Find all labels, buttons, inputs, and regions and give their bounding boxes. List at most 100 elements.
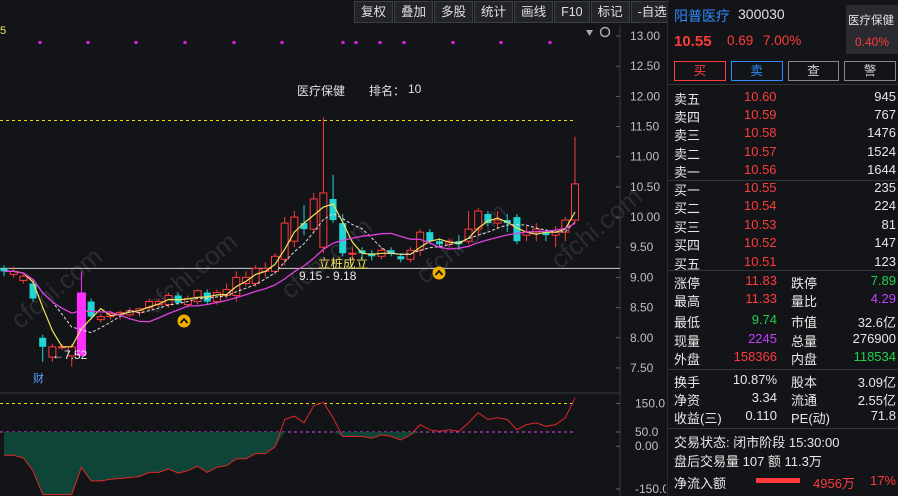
ask-price: 10.57 <box>744 143 777 159</box>
rank-label: 排名： <box>369 84 406 98</box>
price-axis-label: 12.00 <box>630 89 660 103</box>
price-change: 0.69 <box>727 33 754 48</box>
bid-label: 买三 <box>674 219 701 235</box>
price-axis-label: 8.50 <box>630 301 654 315</box>
buy-signal-icon <box>177 314 191 328</box>
bid-label: 买一 <box>674 183 701 198</box>
bid-volume: 235 <box>874 180 896 195</box>
nav-label: 净资 <box>674 393 701 408</box>
buy-button[interactable]: 买 <box>674 61 726 81</box>
indicator-axis-label: 150.0 <box>635 397 665 411</box>
indicator-axis-label: 50.0 <box>635 425 659 439</box>
ask-label: 卖二 <box>674 146 701 162</box>
high-value: 11.33 <box>745 291 777 306</box>
ask-label: 卖四 <box>674 110 701 126</box>
candle-body <box>309 198 318 230</box>
ask-volume: 945 <box>874 89 896 104</box>
event-dot <box>232 41 236 44</box>
low-value: 9.74 <box>751 312 777 327</box>
inner-vol-value: 118534 <box>853 349 896 364</box>
event-dot <box>402 41 406 44</box>
range-annotation: 9.15 - 9.18 <box>299 269 357 283</box>
ask-price: 10.59 <box>744 107 777 123</box>
bid-label: 买四 <box>674 238 701 254</box>
toolbar-button-3[interactable]: 统计 <box>474 1 514 23</box>
bid-volume: 147 <box>874 235 896 251</box>
price-axis-label: 9.00 <box>630 270 654 284</box>
ask-price: 10.58 <box>744 125 777 141</box>
candle-body <box>493 219 502 224</box>
limit-down-value: 7.89 <box>870 273 896 288</box>
turnover-value: 10.87% <box>732 372 777 387</box>
toolbar-button-5[interactable]: F10 <box>554 1 590 23</box>
net-inflow-value: 4956万 <box>813 476 855 491</box>
quote-panel: 阳普医疗 300030 医疗保健 0.40% 10.55 0.69 7.00% … <box>667 0 898 496</box>
industry-label: 医疗保健 <box>297 84 346 98</box>
candle-body <box>39 337 47 347</box>
toolbar-button-1[interactable]: 叠加 <box>394 1 434 23</box>
kline-chart-area[interactable]: cfchi.com cfchi.com cfchi.com cfchi.com cfch… <box>0 0 714 496</box>
watermark-text: cfchi.com <box>5 241 108 335</box>
candle-body <box>87 301 95 317</box>
mktcap-value: 32.6亿 <box>857 315 896 330</box>
event-dot <box>451 41 455 44</box>
inner-vol-label: 内盘 <box>791 352 818 367</box>
ask-volume: 1524 <box>867 143 896 159</box>
buy-signal-icon <box>432 266 446 280</box>
low-label: 最低 <box>674 315 701 330</box>
indicator-area <box>4 431 575 495</box>
toolbar-button-0[interactable]: 复权 <box>354 1 394 23</box>
candle-body <box>397 256 405 260</box>
candle-body <box>193 290 202 303</box>
query-button[interactable]: 查 <box>787 61 840 81</box>
last-price: 10.55 <box>674 33 712 50</box>
toolbar-button-4[interactable]: 画线 <box>514 1 554 23</box>
candle-body <box>19 275 28 281</box>
limit-up-label: 涨停 <box>674 276 701 291</box>
trade-buttons: 买 卖 查 警 <box>674 61 896 81</box>
eps-label: 收益(三) <box>674 411 722 426</box>
sell-button[interactable]: 卖 <box>730 61 783 81</box>
event-dot <box>280 41 284 44</box>
event-dot <box>354 41 358 44</box>
indicator-axis-label: -150.0 <box>635 482 666 496</box>
top-left-label: 5 <box>0 25 7 37</box>
outer-vol-label: 外盘 <box>674 352 701 367</box>
toolbar-button-6[interactable]: 标记 <box>590 1 630 23</box>
kline-chart[interactable]: cfchi.com cfchi.com cfchi.com cfchi.com cfch… <box>0 0 666 496</box>
ask-volume: 1644 <box>867 161 896 177</box>
event-dot <box>183 41 187 44</box>
toolbar-button-2[interactable]: 多股 <box>434 1 474 23</box>
ask-label: 卖一 <box>674 164 701 180</box>
limit-down-label: 跌停 <box>791 276 818 291</box>
outer-vol-value: 158366 <box>733 349 777 364</box>
ask-price: 10.56 <box>744 161 777 177</box>
stock-name: 阳普医疗 <box>674 8 730 24</box>
price-axis-label: 9.50 <box>630 240 654 254</box>
indicator-axis-label: 0.00 <box>635 439 659 453</box>
trade-state: 交易状态: 闭市阶段 15:30:00 <box>674 435 840 450</box>
candle-body <box>426 232 434 242</box>
shares-value: 3.09亿 <box>857 375 896 390</box>
finance-marker[interactable]: 财 <box>33 370 44 386</box>
alert-button[interactable]: 警 <box>844 61 896 81</box>
ask-label: 卖三 <box>674 128 701 144</box>
gear-icon <box>599 26 611 38</box>
bid-price: 10.55 <box>744 180 777 195</box>
total-vol-value: 276900 <box>852 331 896 346</box>
net-inflow-label: 净流入额 <box>674 476 727 491</box>
candle-body <box>29 283 37 299</box>
collapse-triangle-icon <box>586 30 593 36</box>
pe-value: 71.8 <box>870 408 896 423</box>
price-axis-label: 8.00 <box>630 331 654 345</box>
shares-label: 股本 <box>791 375 818 390</box>
limit-up-value: 11.83 <box>745 273 777 288</box>
nav-value: 3.34 <box>751 390 777 405</box>
eps-value: 0.110 <box>745 408 777 423</box>
price-axis-label: 10.00 <box>630 210 660 224</box>
after-hours-volume: 盘后交易量 107 额 11.3万 <box>674 454 822 469</box>
net-inflow-pct: 17% <box>869 473 896 488</box>
candle-body <box>436 241 444 245</box>
candle-body <box>96 316 105 321</box>
candle-body <box>76 292 86 356</box>
